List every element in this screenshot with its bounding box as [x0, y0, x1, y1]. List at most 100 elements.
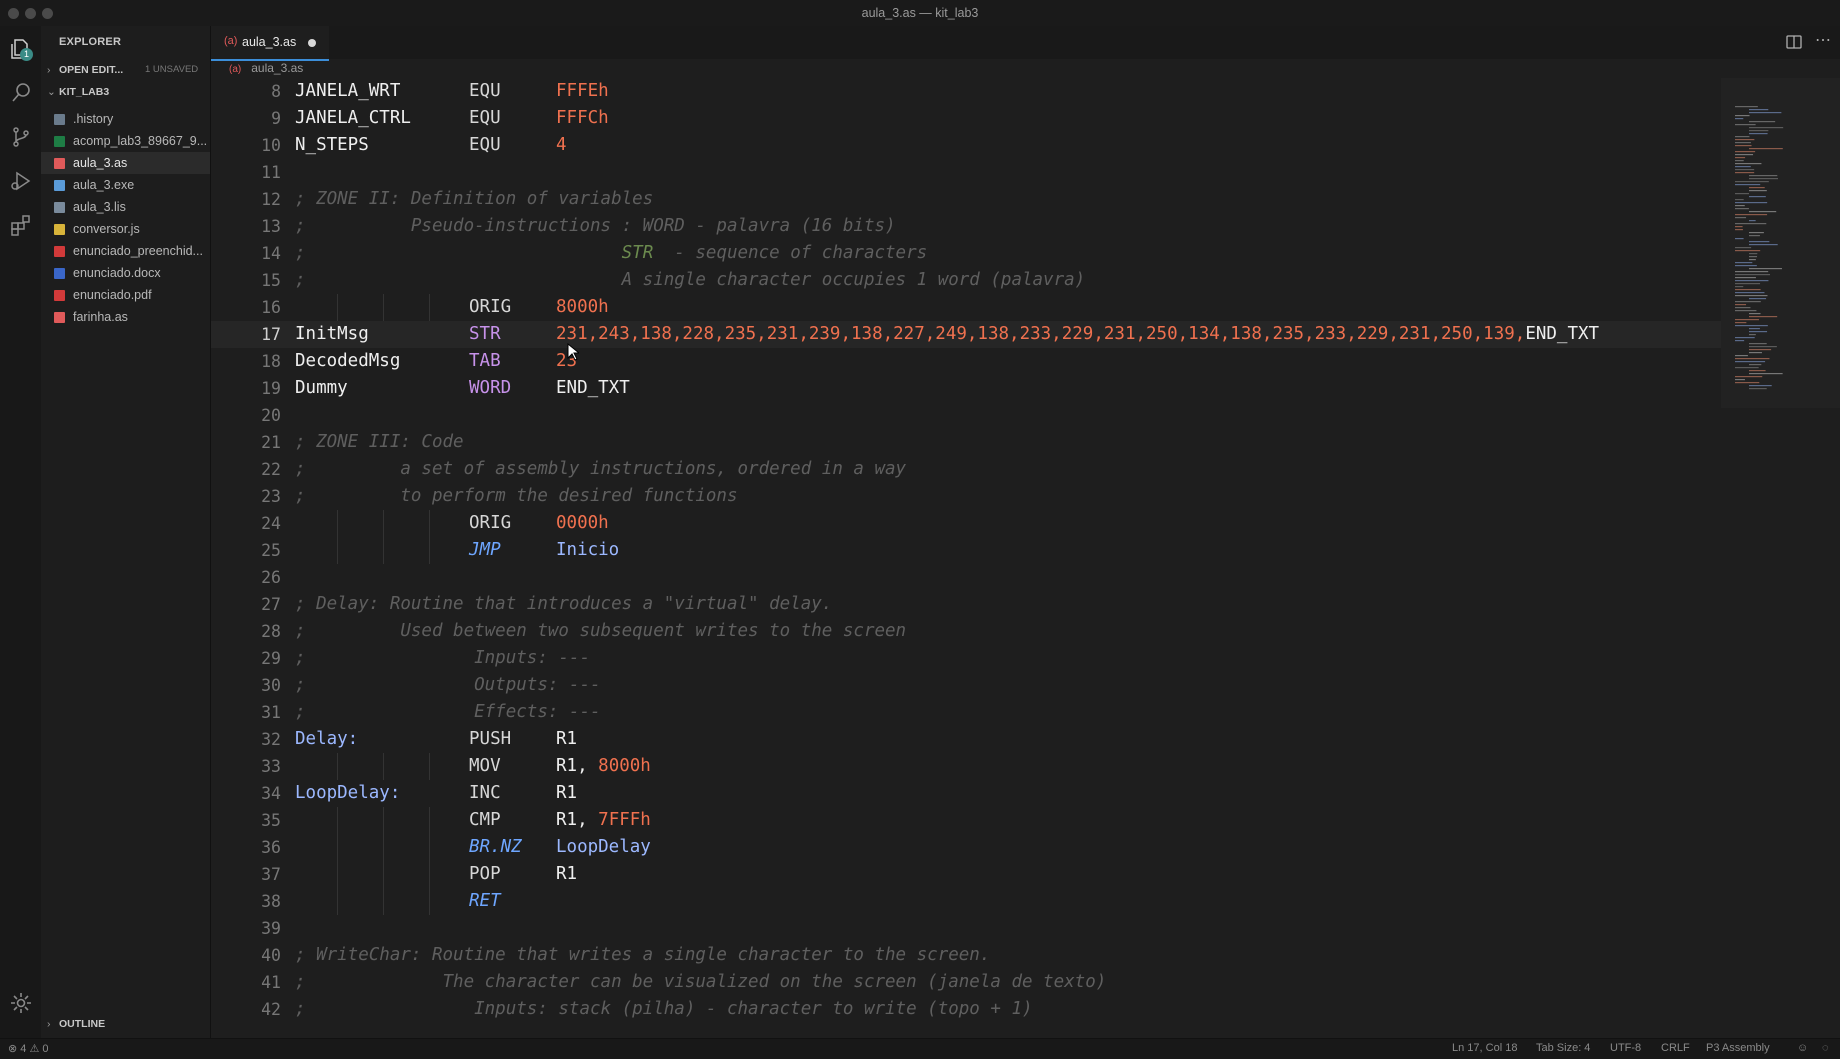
cursor-position[interactable]: Ln 17, Col 18: [1452, 1042, 1517, 1054]
run-debug-icon[interactable]: [4, 164, 37, 197]
code-line[interactable]: 12 ; ZONE II: Definition of variables: [211, 186, 1721, 213]
explorer-icon[interactable]: [4, 32, 37, 65]
minimap-line: [1735, 181, 1769, 183]
minimap[interactable]: [1721, 78, 1840, 1038]
unsaved-dot-icon[interactable]: [308, 39, 316, 47]
code-line[interactable]: 25 JMP Inicio: [211, 537, 1721, 564]
tab-aula-3-as[interactable]: (a) aula_3.as: [211, 26, 329, 61]
code-operand: R1, 7FFFh: [556, 807, 651, 834]
code-line[interactable]: 9 JANELA_CTRL EQU FFFCh: [211, 105, 1721, 132]
code-line[interactable]: 27 ; Delay: Routine that introduces a "vi…: [211, 591, 1721, 618]
code-line[interactable]: 33 MOV R1, 8000h: [211, 753, 1721, 780]
code-operand: R1: [556, 861, 577, 888]
file-item[interactable]: acomp_lab3_89667_9...: [41, 130, 210, 152]
file-item[interactable]: conversor.js: [41, 218, 210, 240]
code-line[interactable]: 11: [211, 159, 1721, 186]
code-line[interactable]: 32 Delay: PUSH R1: [211, 726, 1721, 753]
code-line[interactable]: 35 CMP R1, 7FFFh: [211, 807, 1721, 834]
code-line[interactable]: 15 ; A single character occupies 1 word (…: [211, 267, 1721, 294]
code-line[interactable]: 13 ; Pseudo-instructions : WORD - palavra…: [211, 213, 1721, 240]
breadcrumb-file: aula_3.as: [251, 61, 304, 75]
code-line[interactable]: 36 BR.NZ LoopDelay: [211, 834, 1721, 861]
code-editor[interactable]: 8 JANELA_WRT EQU FFFEh 9 JANELA_CTRL EQU FFFCh 1…: [211, 78, 1721, 1038]
code-line[interactable]: 22 ; a set of assembly instructions, orde…: [211, 456, 1721, 483]
minimap-line: [1749, 241, 1770, 243]
line-number: 25: [261, 541, 281, 560]
pdf-file-icon: [54, 289, 65, 301]
operand-text: R1: [556, 783, 578, 803]
extensions-icon[interactable]: [4, 208, 37, 241]
code-line[interactable]: 8 JANELA_WRT EQU FFFEh: [211, 78, 1721, 105]
operand-text: 8000h: [556, 297, 609, 317]
pdf-file-icon: [54, 245, 65, 257]
minimap-line: [1735, 292, 1765, 294]
code-line[interactable]: 29 ; Inputs: ---: [211, 645, 1721, 672]
file-item[interactable]: aula_3.exe: [41, 174, 210, 196]
minimap-line: [1749, 334, 1756, 336]
code-line[interactable]: 18 DecodedMsg TAB 23: [211, 348, 1721, 375]
line-number: 37: [261, 865, 281, 884]
code-line[interactable]: 30 ; Outputs: ---: [211, 672, 1721, 699]
code-line[interactable]: 39: [211, 915, 1721, 942]
code-line[interactable]: 38 RET: [211, 888, 1721, 915]
line-number: 38: [261, 892, 281, 911]
language-mode[interactable]: P3 Assembly: [1706, 1042, 1770, 1054]
line-number: 39: [261, 919, 281, 938]
code-opcode: JMP: [469, 540, 501, 560]
file-item[interactable]: enunciado.pdf: [41, 284, 210, 306]
tab-label: aula_3.as: [242, 35, 297, 49]
file-item[interactable]: enunciado_preenchid...: [41, 240, 210, 262]
file-item[interactable]: aula_3.lis: [41, 196, 210, 218]
code-comment: ; Effects: ---: [295, 702, 601, 722]
source-control-icon[interactable]: [4, 120, 37, 153]
minimap-line: [1749, 370, 1766, 372]
minimap-line: [1735, 367, 1759, 369]
file-item[interactable]: aula_3.as: [41, 152, 210, 174]
minimap-line: [1735, 274, 1771, 276]
code-line[interactable]: 17 InitMsg STR 231,243,138,228,235,231,239,…: [211, 321, 1721, 348]
code-line[interactable]: 34 LoopDelay: INC R1: [211, 780, 1721, 807]
tab-size[interactable]: Tab Size: 4: [1536, 1042, 1590, 1054]
code-line[interactable]: 16 ORIG 8000h: [211, 294, 1721, 321]
minimap-line: [1735, 265, 1757, 267]
code-line[interactable]: 24 ORIG 0000h: [211, 510, 1721, 537]
code-comment: ; to perform the desired functions: [295, 486, 738, 506]
code-line[interactable]: 26: [211, 564, 1721, 591]
code-line[interactable]: 21 ; ZONE III: Code: [211, 429, 1721, 456]
code-line[interactable]: 42 ; Inputs: stack (pilha) - character to…: [211, 996, 1721, 1023]
code-line[interactable]: 10 N_STEPS EQU 4: [211, 132, 1721, 159]
search-icon[interactable]: [4, 76, 37, 109]
minimap-line: [1735, 262, 1753, 264]
folder-section[interactable]: ⌄ KIT_LAB3: [47, 86, 109, 98]
code-line[interactable]: 23 ; to perform the desired functions: [211, 483, 1721, 510]
code-operand: 8000h: [556, 294, 609, 321]
feedback-icon[interactable]: ☺: [1797, 1042, 1808, 1054]
code-line[interactable]: 28 ; Used between two subsequent writes t…: [211, 618, 1721, 645]
line-number: 31: [261, 703, 281, 722]
line-ending[interactable]: CRLF: [1661, 1042, 1690, 1054]
notifications-bell-icon[interactable]: ◌: [1822, 1042, 1829, 1054]
code-line[interactable]: 40 ; WriteChar: Routine that writes a sin…: [211, 942, 1721, 969]
file-item[interactable]: enunciado.docx: [41, 262, 210, 284]
split-editor-icon[interactable]: [1785, 33, 1803, 51]
code-label: InitMsg: [295, 324, 369, 344]
code-opcode: RET: [469, 891, 501, 911]
code-opcode: TAB: [469, 351, 501, 371]
indent-guide: [337, 861, 338, 888]
code-line[interactable]: 19 Dummy WORD END_TXT: [211, 375, 1721, 402]
settings-gear-icon[interactable]: [4, 986, 37, 1019]
code-line[interactable]: 41 ; The character can be visualized on t…: [211, 969, 1721, 996]
code-opcode: POP: [469, 864, 501, 884]
file-item[interactable]: .history: [41, 108, 210, 130]
code-line[interactable]: 14; STR - sequence of characters: [211, 240, 1721, 267]
outline-section[interactable]: › OUTLINE: [47, 1018, 105, 1030]
more-actions-icon[interactable]: ⋯: [1815, 30, 1831, 50]
open-editors-section[interactable]: › OPEN EDIT...: [47, 64, 123, 76]
problems-indicator[interactable]: ⊗ 4 ⚠ 0: [8, 1042, 49, 1055]
encoding[interactable]: UTF-8: [1610, 1042, 1641, 1054]
code-line[interactable]: 31 ; Effects: ---: [211, 699, 1721, 726]
file-item[interactable]: farinha.as: [41, 306, 210, 328]
code-line[interactable]: 37 POP R1: [211, 861, 1721, 888]
code-line[interactable]: 20: [211, 402, 1721, 429]
breadcrumb[interactable]: (a) aula_3.as: [229, 61, 303, 75]
